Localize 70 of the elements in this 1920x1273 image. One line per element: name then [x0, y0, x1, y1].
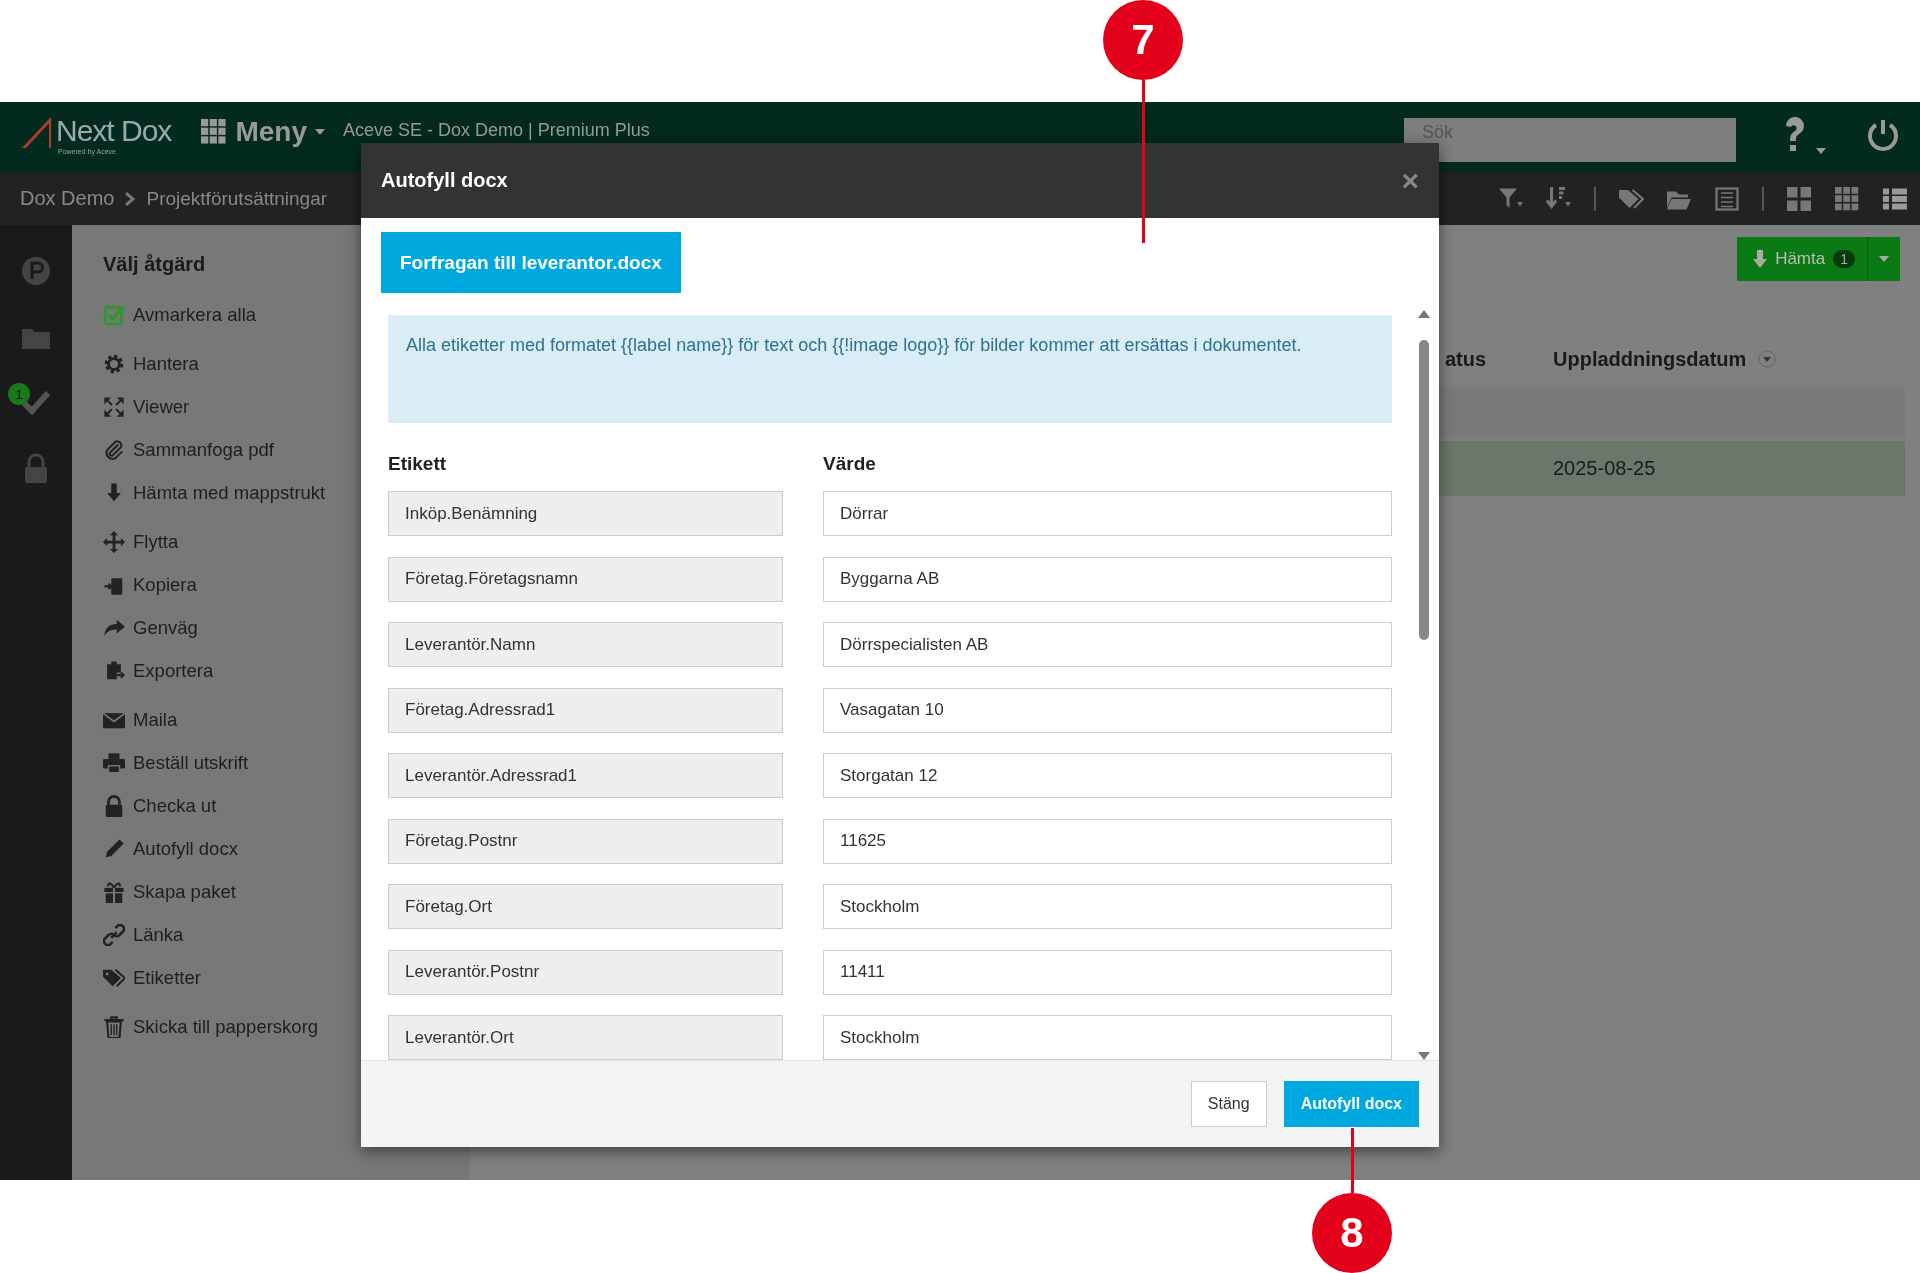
column-header[interactable]: Uppladdningsdatum: [1553, 347, 1920, 371]
breadcrumb-link[interactable]: Dox Demo: [20, 187, 115, 210]
lock-icon: [103, 794, 125, 817]
input-field[interactable]: Vasagatan 10: [823, 687, 1392, 733]
tags-icon[interactable]: [1618, 186, 1644, 211]
scroll-up-icon[interactable]: [1418, 310, 1430, 318]
label-field: Företag.Företagsnamn: [388, 556, 783, 602]
breadcrumb-link[interactable]: Projektförutsättningar: [146, 187, 328, 210]
gift-icon: [103, 880, 125, 903]
logo-text: Next Dox: [56, 114, 172, 148]
printer-icon: [103, 751, 125, 774]
info-message: Alla etiketter med formatet {{label name}} för text och {{!image logo}} för bilder kommer att ersättas i dokumentet.: [388, 315, 1392, 423]
trash-icon: [103, 1015, 125, 1038]
label-field: Företag.Postnr: [388, 818, 783, 864]
input-field[interactable]: 11411: [823, 949, 1392, 995]
leader-line: [1351, 1128, 1354, 1193]
count-badge: 1: [1833, 250, 1855, 268]
close-button[interactable]: Stäng: [1190, 1081, 1267, 1127]
list-view-icon[interactable]: [1882, 186, 1908, 211]
list-icon[interactable]: [1714, 186, 1740, 211]
dialog-title: Autofyll docx: [381, 169, 508, 192]
small-grid-icon[interactable]: [1834, 186, 1860, 211]
download-arrow-icon: [1753, 250, 1768, 268]
download-button[interactable]: Hämta 1: [1737, 237, 1868, 281]
label-field: Företag.Ort: [388, 884, 783, 929]
check-square-icon: [103, 303, 125, 326]
move-arrows-icon: [103, 530, 125, 553]
input-field[interactable]: Stockholm: [823, 884, 1392, 929]
callout-badge: 8: [1312, 1193, 1392, 1273]
label-field: Leverantör.Ort: [388, 1015, 783, 1060]
scrollbar[interactable]: [1418, 310, 1430, 1060]
chevron-icon: [124, 191, 137, 206]
file-button[interactable]: Forfragan till leverantor.docx: [381, 232, 681, 293]
pencil-icon: [103, 837, 125, 860]
label-field: Företag.Adressrad1: [388, 687, 783, 733]
input-field[interactable]: 11625: [823, 818, 1392, 864]
label-field: Inköp.Benämning: [388, 491, 783, 536]
count-badge: 1: [8, 383, 30, 405]
caret-icon: [1879, 256, 1889, 262]
callout-badge: 7: [1103, 0, 1183, 80]
label-field: Leverantör.Adressrad1: [388, 753, 783, 798]
link-icon: [103, 923, 125, 946]
input-field[interactable]: Storgatan 12: [823, 753, 1392, 798]
power-icon[interactable]: [1866, 118, 1900, 152]
input-field[interactable]: Stockholm: [823, 1015, 1392, 1060]
autofill-button[interactable]: Autofyll docx: [1283, 1081, 1419, 1127]
filter-icon[interactable]: [1498, 186, 1524, 211]
column-header: Värde: [823, 453, 877, 476]
caret-icon: [314, 129, 325, 135]
input-field[interactable]: Dörrar: [823, 491, 1392, 536]
label-field: Leverantör.Postnr: [388, 949, 783, 995]
gear-icon: [103, 352, 125, 375]
input-field[interactable]: Byggarna AB: [823, 556, 1392, 602]
tags-icon: [103, 966, 125, 989]
input-field[interactable]: Dörrspecialisten AB: [823, 622, 1392, 667]
account-title: Aceve SE - Dox Demo | Premium Plus: [342, 120, 650, 141]
grid-icon: [201, 119, 228, 145]
caret-icon[interactable]: [1816, 148, 1826, 154]
column-header[interactable]: atus: [1445, 347, 1553, 371]
paperclip-icon: [103, 438, 125, 461]
menu-button[interactable]: Meny: [201, 116, 325, 148]
column-header: Etikett: [388, 453, 448, 476]
panel-title: Välj åtgärd: [103, 253, 206, 276]
sort-dropdown-icon[interactable]: [1758, 350, 1777, 368]
sort-icon[interactable]: [1546, 186, 1572, 211]
large-grid-icon[interactable]: [1786, 186, 1812, 211]
table-cell-text: 2025-08-25: [1553, 457, 1657, 480]
label-field: Leverantör.Namn: [388, 622, 783, 667]
expand-icon: [103, 395, 125, 418]
close-button[interactable]: ×: [1401, 163, 1419, 198]
